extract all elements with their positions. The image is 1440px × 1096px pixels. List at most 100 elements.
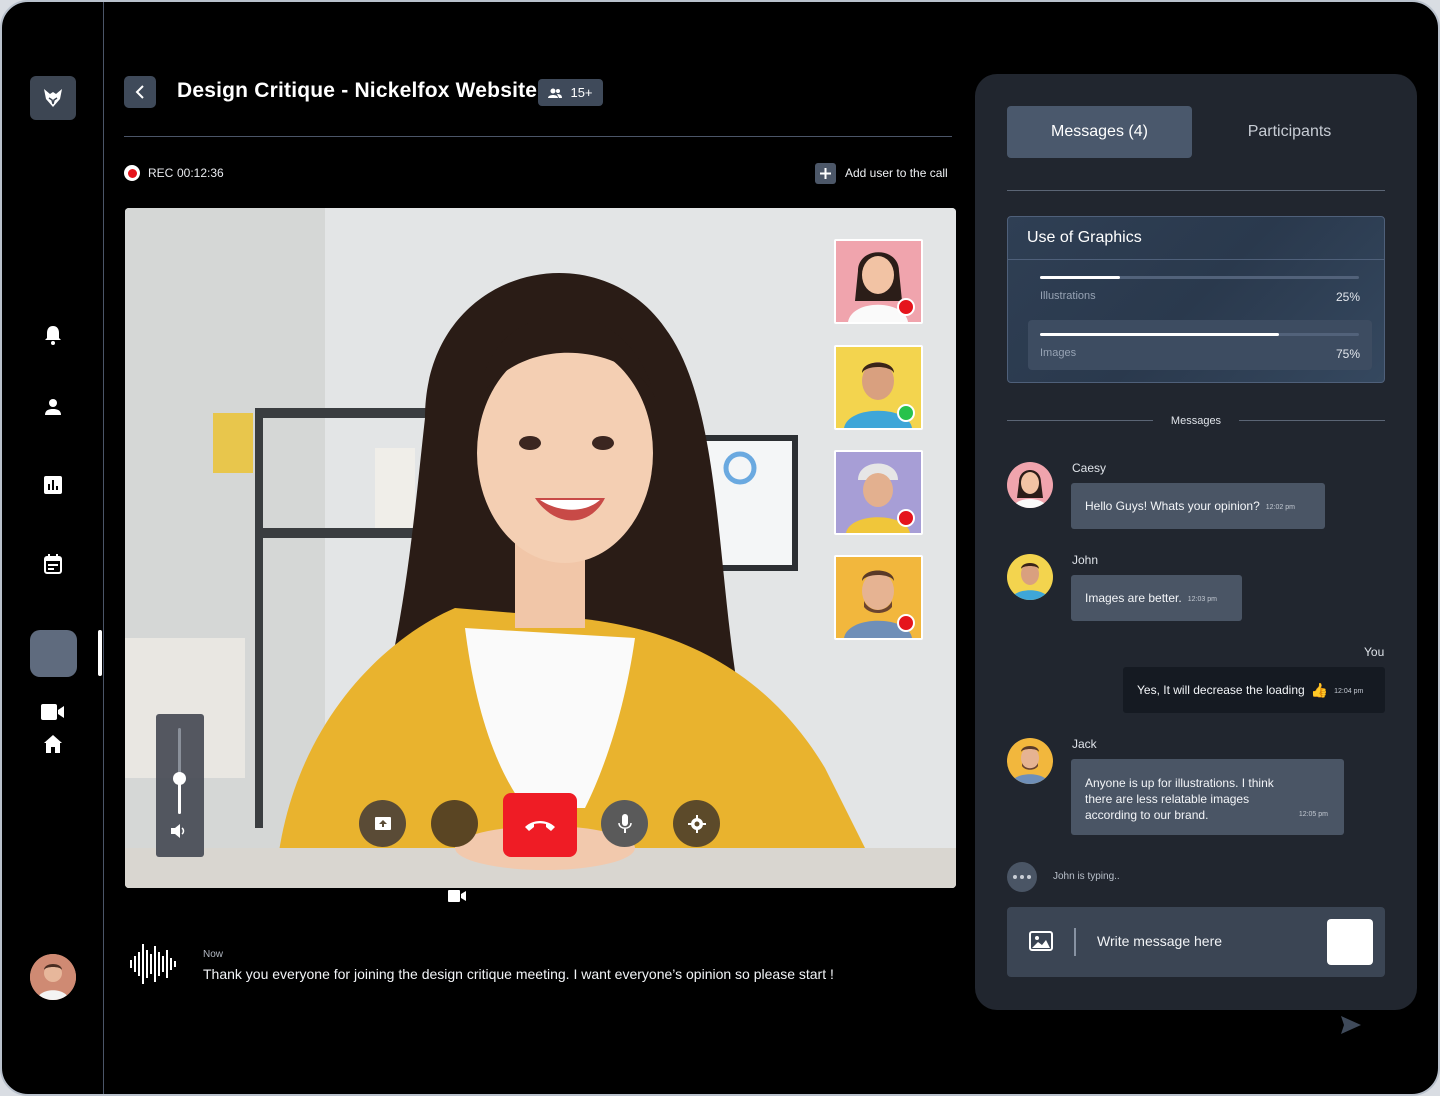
- participants-count: 15+: [570, 85, 593, 100]
- divider: [1239, 420, 1385, 421]
- message-text: Images are better.: [1085, 591, 1182, 605]
- active-nav-item[interactable]: [30, 630, 77, 677]
- message-text: Anyone is up for illustrations. I think …: [1085, 776, 1274, 822]
- app-window: Design Critique - Nickelfox Website 15+ …: [0, 0, 1440, 1096]
- bell-icon[interactable]: [40, 322, 66, 348]
- poll-bar-fill: [1040, 276, 1120, 279]
- message-bubble: Images are better. 12:03 pm: [1071, 575, 1242, 621]
- participant-thumbnail[interactable]: [834, 239, 923, 324]
- message-bubble: Anyone is up for illustrations. I think …: [1071, 759, 1344, 835]
- message-sender: You: [1364, 645, 1385, 659]
- home-icon[interactable]: [40, 731, 66, 757]
- record-indicator-icon: [124, 165, 140, 181]
- poll-bar-track: [1040, 276, 1359, 279]
- send-icon[interactable]: [1340, 1015, 1362, 1035]
- poll-option-label: Images: [1040, 347, 1077, 359]
- user-icon[interactable]: [40, 394, 66, 420]
- volume-handle[interactable]: [173, 772, 186, 785]
- poll-bar-track: [1040, 333, 1359, 336]
- poll-option-label: Illustrations: [1040, 290, 1096, 302]
- avatar[interactable]: [1007, 462, 1053, 508]
- message-time: 12:04 pm: [1334, 688, 1364, 695]
- message-input[interactable]: Write message here: [1097, 933, 1222, 949]
- typing-dot: [1020, 875, 1024, 879]
- settings-button[interactable]: [673, 800, 720, 847]
- caption-timestamp: Now: [203, 949, 224, 960]
- message-sender: Caesy: [1072, 461, 1107, 475]
- participant-thumbnail[interactable]: [834, 555, 923, 640]
- participant-thumbnail[interactable]: [834, 345, 923, 430]
- chart-icon[interactable]: [40, 472, 66, 498]
- gear-icon: [687, 814, 706, 833]
- message-composer: Write message here: [1007, 907, 1385, 977]
- poll-bar-fill: [1040, 333, 1280, 336]
- typing-indicator-icon: [1007, 862, 1037, 892]
- tab-participants[interactable]: Participants: [1207, 106, 1372, 158]
- users-icon: [548, 88, 563, 98]
- message-time: 12:02 pm: [1265, 504, 1295, 511]
- participants-count-badge[interactable]: 15+: [538, 79, 603, 106]
- thumbs-up-icon: 👍: [1310, 681, 1329, 698]
- poll-title: Use of Graphics: [1027, 229, 1142, 246]
- main-video-feed: [125, 208, 956, 888]
- add-user-link[interactable]: Add user to the call: [845, 166, 948, 180]
- end-call-button[interactable]: [503, 793, 577, 857]
- add-user-button[interactable]: [815, 163, 836, 184]
- muted-mic-icon: [897, 509, 915, 527]
- chevron-left-icon: [135, 85, 144, 99]
- image-attach-icon[interactable]: [1029, 931, 1053, 951]
- message-sender: John: [1072, 553, 1099, 567]
- avatar[interactable]: [30, 954, 76, 1000]
- camera-toggle-button[interactable]: [431, 800, 478, 847]
- rec-timer: 00:12:36: [177, 166, 224, 180]
- plus-icon: [820, 168, 831, 179]
- mic-icon: [617, 813, 632, 833]
- page-title: Design Critique - Nickelfox Website: [177, 79, 538, 102]
- poll-option-percent: 75%: [1335, 347, 1360, 361]
- volume-slider[interactable]: [156, 714, 204, 857]
- message-sender: Jack: [1072, 737, 1097, 751]
- speaker-icon: [171, 824, 185, 838]
- typing-dot: [1027, 875, 1031, 879]
- calendar-icon[interactable]: [40, 551, 66, 577]
- message-bubble: Hello Guys! Whats your opinion? 12:02 pm: [1071, 483, 1325, 529]
- poll-option-percent: 25%: [1335, 290, 1360, 304]
- header-divider: [124, 136, 952, 137]
- end-call-icon: [525, 821, 555, 831]
- avatar[interactable]: [1007, 738, 1053, 784]
- sidebar: [2, 2, 104, 1094]
- tabs-divider: [1007, 190, 1385, 191]
- message-bubble: Yes, It will decrease the loading 👍 12:0…: [1123, 667, 1385, 713]
- video-icon[interactable]: [40, 699, 66, 725]
- active-indicator: [98, 630, 102, 676]
- share-screen-button[interactable]: [359, 800, 406, 847]
- divider: [1007, 420, 1153, 421]
- live-caption: Thank you everyone for joining the desig…: [203, 966, 834, 982]
- poll-divider: [1008, 259, 1384, 260]
- back-button[interactable]: [124, 76, 156, 108]
- share-screen-icon: [374, 816, 391, 830]
- avatar[interactable]: [1007, 554, 1053, 600]
- send-button[interactable]: [1327, 919, 1373, 965]
- mic-button[interactable]: [601, 800, 648, 847]
- speaker-video-image: [125, 208, 956, 888]
- message-time: 12:05 pm: [1298, 811, 1328, 818]
- poll-card: Use of Graphics Illustrations 25% Images…: [1007, 216, 1385, 383]
- fox-logo-icon[interactable]: [30, 76, 76, 120]
- typing-status: John is typing..: [1053, 871, 1120, 882]
- composer-divider: [1074, 928, 1076, 956]
- muted-mic-icon: [897, 614, 915, 632]
- poll-option-illustrations[interactable]: Illustrations 25%: [1028, 263, 1372, 313]
- camera-icon[interactable]: [448, 889, 466, 903]
- audio-wave-icon: [130, 944, 176, 984]
- poll-option-images[interactable]: Images 75%: [1028, 320, 1372, 370]
- typing-dot: [1013, 875, 1017, 879]
- participant-thumbnail[interactable]: [834, 450, 923, 535]
- tab-messages[interactable]: Messages (4): [1007, 106, 1192, 158]
- rec-label: REC: [148, 166, 174, 180]
- message-text: Hello Guys! Whats your opinion?: [1085, 499, 1260, 513]
- message-time: 12:03 pm: [1187, 596, 1217, 603]
- chat-panel: Messages (4) Participants Use of Graphic…: [975, 74, 1417, 1010]
- speaking-icon: [897, 404, 915, 422]
- messages-section-label: Messages: [1170, 415, 1222, 427]
